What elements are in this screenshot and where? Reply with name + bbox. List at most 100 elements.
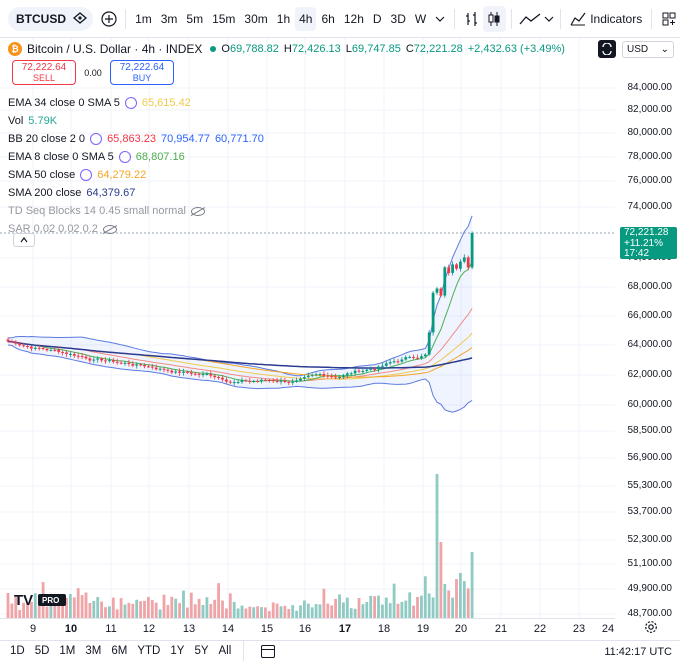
candle-body [330, 376, 334, 378]
hidden-indicator-row[interactable]: SAR 0.02 0.02 0.2 [8, 220, 565, 238]
range-all[interactable]: All [219, 645, 232, 657]
volume-bar [72, 597, 76, 618]
price-axis-label: 49,900.00 [627, 583, 673, 594]
range-5d[interactable]: 5D [35, 645, 50, 657]
time-axis-label: 20 [454, 623, 468, 635]
volume-bar [232, 601, 236, 618]
volume-bar [33, 593, 37, 618]
candle-body [22, 345, 25, 347]
hidden-indicator-row[interactable]: TD Seq Blocks 14 0.45 small normal [8, 202, 565, 220]
volume-bar [427, 593, 431, 618]
last-price-tag: 72,221.28 +11.21% 17:42 [620, 227, 677, 259]
eye-hidden-icon[interactable] [190, 206, 205, 216]
symbol-search[interactable]: BTCUSD [8, 6, 94, 31]
timeframe-D[interactable]: D [369, 7, 386, 31]
bottom-toolbar: 1D 5D 1M 3M 6M YTD 1Y 5Y All 11:42:17 UTC [0, 640, 680, 661]
volume-bar [400, 601, 404, 618]
indicator-row[interactable]: SMA 50 close 64,279.22 [8, 166, 565, 184]
candle-body [111, 360, 115, 362]
indicator-row[interactable]: Vol 5.79K [8, 112, 565, 130]
candle-body [115, 361, 119, 363]
timeframe-12h[interactable]: 12h [340, 7, 368, 31]
range-5y[interactable]: 5Y [194, 645, 208, 657]
candle-body [80, 356, 84, 358]
candle-body [365, 369, 369, 371]
timeframe-3m[interactable]: 3m [157, 7, 182, 31]
candle-body [291, 381, 295, 383]
volume-bar [392, 583, 396, 618]
line-style-icon[interactable] [517, 6, 543, 32]
volume-bar [295, 610, 298, 618]
price-axis[interactable]: 84,000.00 82,000.00 80,000.00 78,000.00 76,0… [615, 38, 680, 619]
volume-bar [147, 596, 150, 618]
price-axis-label: 62,000.00 [627, 369, 673, 380]
timeframe-6h[interactable]: 6h [317, 7, 338, 31]
range-1y[interactable]: 1Y [170, 645, 184, 657]
candle-body [158, 368, 162, 370]
calendar-icon[interactable] [261, 644, 276, 658]
timeframe-30m[interactable]: 30m [240, 7, 271, 31]
timeframe-4h[interactable]: 4h [295, 6, 317, 31]
volume-bar [338, 594, 341, 618]
candle-body [443, 267, 447, 296]
range-3m[interactable]: 3M [85, 645, 101, 657]
candle-body [264, 379, 267, 381]
candle-body [369, 368, 373, 370]
price-axis-label: 55,300.00 [627, 480, 673, 491]
open-key: O [221, 43, 230, 55]
candle-body [396, 361, 400, 363]
range-1d[interactable]: 1D [10, 645, 25, 657]
timeframe-1m[interactable]: 1m [131, 7, 156, 31]
candle-body [431, 292, 435, 333]
candle-body [392, 361, 396, 363]
chevron-down-icon[interactable] [543, 6, 555, 32]
layout-grid-icon[interactable] [657, 6, 680, 32]
indicator-row[interactable]: EMA 34 close 0 SMA 5 65,615.42 [8, 94, 565, 112]
range-ytd[interactable]: YTD [137, 645, 160, 657]
candles-style-icon[interactable] [482, 5, 506, 32]
eye-hidden-icon[interactable] [102, 224, 117, 234]
range-list: 1D 5D 1M 3M 6M YTD 1Y 5Y All [0, 645, 231, 657]
price-axis-label: 82,000.00 [627, 104, 673, 115]
indicator-value: 5.79K [28, 115, 58, 127]
collapse-legend-chevron-up-icon[interactable] [13, 233, 35, 247]
indicator-row[interactable]: EMA 8 close 0 SMA 5 68,807.16 [8, 148, 565, 166]
volume-bar [154, 602, 158, 618]
symbol-text: BTCUSD [16, 11, 66, 26]
bar-style-icon[interactable] [460, 6, 483, 32]
indicator-row[interactable]: BB 20 close 2 0 65,863.23 70,954.77 60,771.… [8, 130, 565, 148]
symbol-settings-icon[interactable] [73, 11, 88, 27]
timeframe-chevron-down-icon[interactable] [431, 7, 449, 31]
candle-body [236, 382, 240, 384]
indicators-button[interactable]: Indicators [566, 12, 646, 26]
auto-scale-icon[interactable] [598, 40, 616, 58]
compare-add-icon[interactable] [97, 6, 120, 32]
timeframe-15m[interactable]: 15m [208, 7, 239, 31]
timeframe-5m[interactable]: 5m [182, 7, 207, 31]
candle-body [201, 374, 205, 376]
time-axis[interactable]: 9 10 11 12 13 14 15 16 17 18 19 20 21 22 23 24 [0, 618, 615, 638]
indicator-row[interactable]: SMA 200 close 64,379.67 [8, 184, 565, 202]
utc-clock[interactable]: 11:42:17 UTC [604, 646, 672, 658]
chart-settings-gear-icon[interactable] [644, 620, 658, 637]
indicator-name: BB 20 close 2 0 [8, 133, 86, 145]
buy-button[interactable]: 72,222.64 BUY [110, 60, 174, 85]
sell-button[interactable]: 72,222.64 SELL [12, 60, 76, 85]
volume-bar [377, 595, 380, 618]
candle-body [14, 341, 18, 344]
range-6m[interactable]: 6M [111, 645, 127, 657]
candle-body [252, 380, 256, 382]
candle-body [30, 346, 33, 349]
candle-body [92, 359, 96, 361]
range-1m[interactable]: 1M [59, 645, 75, 657]
timeframe-W[interactable]: W [411, 7, 430, 31]
candle-body [57, 349, 61, 352]
timeframe-3D[interactable]: 3D [387, 7, 410, 31]
candle-body [154, 367, 158, 370]
candle-body [334, 376, 337, 378]
source-cycle-icon [90, 133, 103, 145]
candle-body [314, 374, 318, 376]
candle-body [462, 257, 466, 262]
timeframe-1h[interactable]: 1h [273, 7, 294, 31]
volume-bar [45, 606, 49, 618]
